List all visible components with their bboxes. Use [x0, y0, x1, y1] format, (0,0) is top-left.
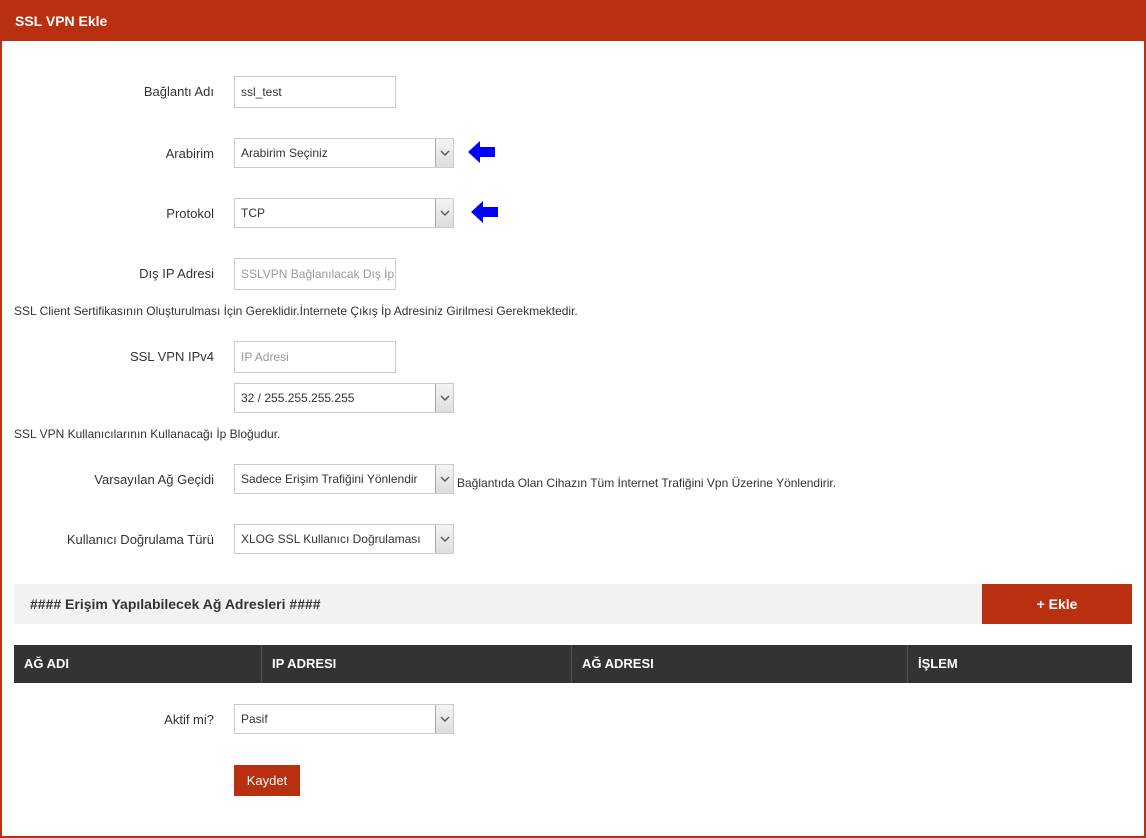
active-select-value: Pasif: [241, 712, 268, 726]
protocol-label: Protokol: [166, 206, 214, 221]
interface-select[interactable]: Arabirim Seçiniz: [234, 138, 454, 168]
chevron-down-icon[interactable]: [435, 199, 453, 227]
auth-type-value: XLOG SSL Kullanıcı Doğrulaması: [241, 532, 421, 546]
ssl-vpn-mask-select[interactable]: 32 / 255.255.255.255: [234, 383, 454, 413]
chevron-down-icon[interactable]: [435, 465, 453, 493]
column-action[interactable]: İŞLEM: [908, 645, 1132, 683]
column-ip-address[interactable]: IP ADRESI: [262, 645, 572, 683]
chevron-down-icon[interactable]: [435, 705, 453, 733]
default-gateway-value: Sadece Erişim Trafiğini Yönlendir: [241, 472, 418, 486]
ssl-vpn-mask-value: 32 / 255.255.255.255: [241, 391, 355, 405]
save-button[interactable]: Kaydet: [234, 765, 300, 796]
column-network-address[interactable]: AĞ ADRESI: [572, 645, 908, 683]
connection-name-input[interactable]: ssl_test: [234, 76, 396, 108]
auth-type-label: Kullanıcı Doğrulama Türü: [66, 532, 214, 547]
auth-type-select[interactable]: XLOG SSL Kullanıcı Doğrulaması: [234, 524, 454, 554]
chevron-down-icon[interactable]: [435, 139, 453, 167]
active-select[interactable]: Pasif: [234, 704, 454, 734]
chevron-down-icon[interactable]: [435, 384, 453, 412]
dialog-title: SSL VPN Ekle: [2, 2, 1144, 41]
blue-arrow-left-icon: [468, 141, 495, 163]
external-ip-label: Dış IP Adresi: [139, 266, 214, 281]
external-ip-note: SSL Client Sertifikasının Oluşturulması …: [14, 304, 578, 318]
chevron-down-icon[interactable]: [435, 525, 453, 553]
default-gateway-note: Bağlantıda Olan Cihazın Tüm İnternet Tra…: [457, 476, 837, 490]
interface-label: Arabirim: [165, 146, 214, 161]
interface-select-value: Arabirim Seçiniz: [241, 146, 328, 160]
blue-arrow-left-icon: [471, 201, 498, 223]
ipv4-note: SSL VPN Kullanıcılarının Kullanacağı İp …: [14, 427, 281, 441]
ssl-vpn-ipv4-input[interactable]: IP Adresi: [234, 341, 396, 373]
ssl-vpn-ipv4-label: SSL VPN IPv4: [129, 349, 214, 364]
protocol-select-value: TCP: [241, 206, 265, 220]
external-ip-input[interactable]: SSLVPN Bağlanılacak Dış İp Adresi: [234, 258, 396, 290]
default-gateway-select[interactable]: Sadece Erişim Trafiğini Yönlendir: [234, 464, 454, 494]
networks-section-title: #### Erişim Yapılabilecek Ağ Adresleri #…: [14, 584, 982, 624]
add-network-button[interactable]: + Ekle: [982, 584, 1132, 624]
networks-table-header: AĞ ADI IP ADRESI AĞ ADRESI İŞLEM: [14, 645, 1132, 683]
default-gateway-label: Varsayılan Ağ Geçidi: [94, 472, 214, 487]
connection-name-label: Bağlantı Adı: [143, 84, 214, 99]
active-label: Aktif mi?: [164, 712, 214, 727]
protocol-select[interactable]: TCP: [234, 198, 454, 228]
column-network-name[interactable]: AĞ ADI: [14, 645, 262, 683]
